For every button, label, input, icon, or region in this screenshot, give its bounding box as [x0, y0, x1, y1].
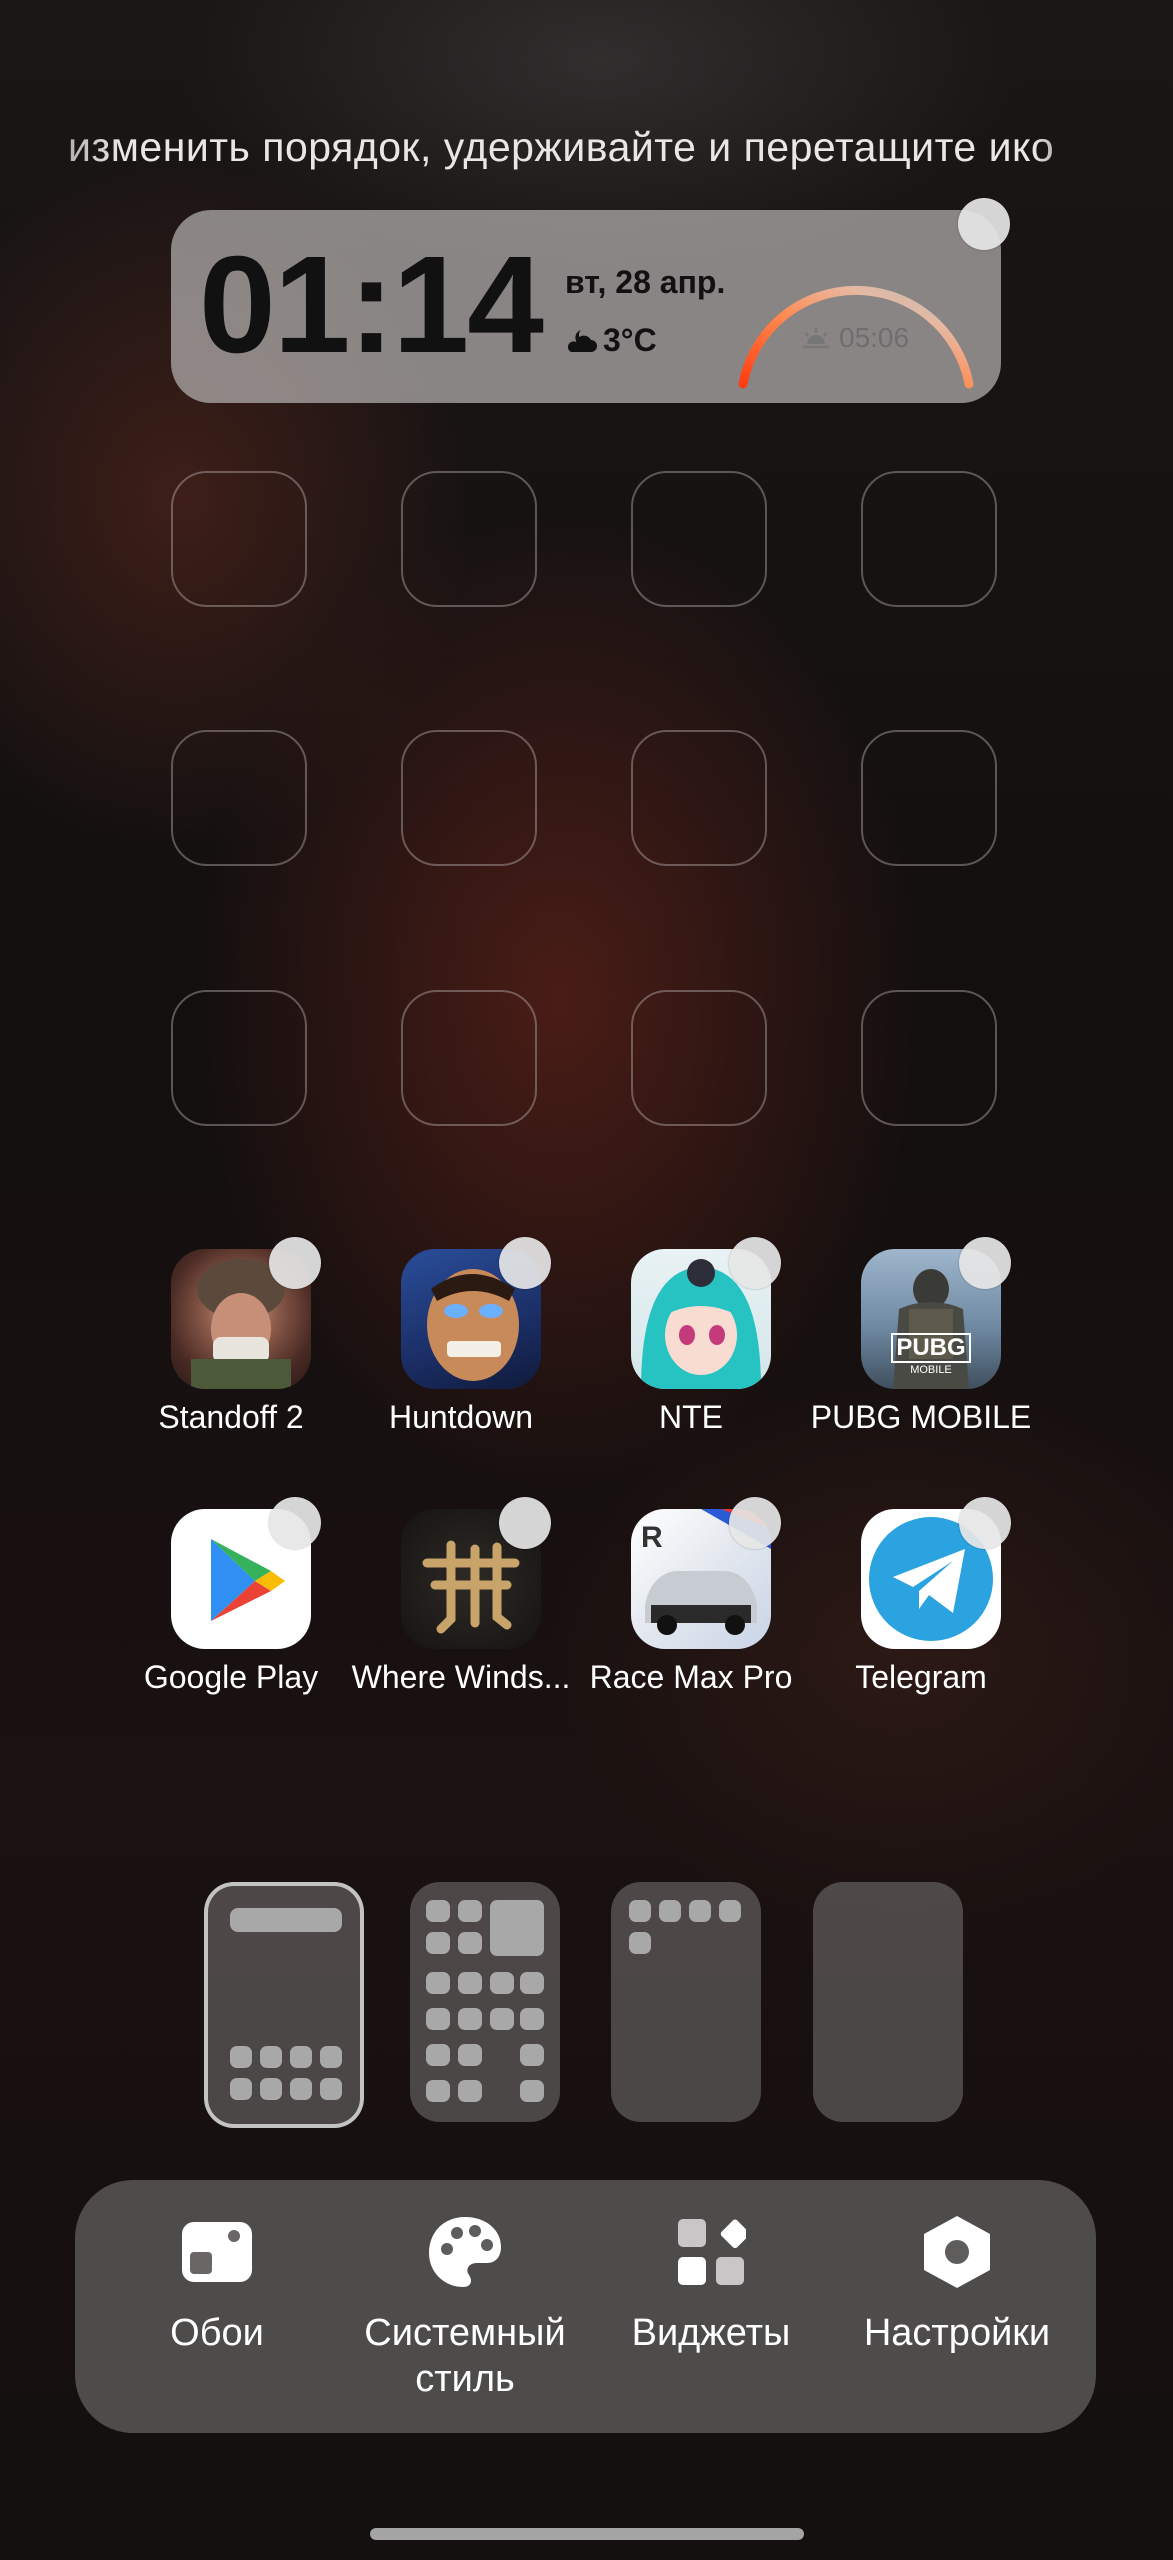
- empty-slot[interactable]: [861, 990, 997, 1126]
- empty-slot[interactable]: [861, 730, 997, 866]
- cloudy-night-icon: [567, 329, 597, 352]
- app-label: Telegram: [855, 1659, 987, 1695]
- pubg-logo-text: PUBG MOBILE: [861, 1333, 1001, 1376]
- empty-slot[interactable]: [861, 471, 997, 607]
- empty-slot[interactable]: [401, 471, 537, 607]
- layout-option-blank[interactable]: [813, 1882, 963, 2122]
- sunrise-time: 05:06: [839, 322, 910, 353]
- settings-button[interactable]: Настройки: [842, 2212, 1072, 2356]
- widget-temperature: 3°C: [603, 322, 657, 358]
- remove-app-button[interactable]: [729, 1497, 781, 1549]
- widget-date: вт, 28 апр.: [565, 264, 726, 300]
- app-label: Google Play: [143, 1659, 319, 1695]
- sunrise-info: 05:06: [801, 322, 909, 354]
- svg-text:R: R: [641, 1521, 663, 1554]
- empty-slot[interactable]: [631, 730, 767, 866]
- widgets-label: Виджеты: [631, 2312, 791, 2354]
- empty-slot[interactable]: [171, 471, 307, 607]
- empty-slot[interactable]: [171, 730, 307, 866]
- home-gesture-bar[interactable]: [370, 2528, 804, 2540]
- app-label: Where Winds...: [351, 1659, 571, 1695]
- system-style-button[interactable]: Системный стиль: [350, 2212, 580, 2402]
- remove-app-button[interactable]: [269, 1237, 321, 1289]
- app-label: Race Max Pro: [589, 1659, 793, 1695]
- empty-slot[interactable]: [631, 990, 767, 1126]
- layout-option-default[interactable]: [204, 1882, 364, 2128]
- widgets-icon: [671, 2212, 751, 2292]
- settings-label: Настройки: [863, 2312, 1051, 2354]
- remove-widget-button[interactable]: [958, 198, 1010, 250]
- remove-app-button[interactable]: [959, 1497, 1011, 1549]
- remove-app-button[interactable]: [499, 1497, 551, 1549]
- widget-weather: 3°C: [565, 322, 657, 359]
- wallpaper-icon: [177, 2212, 257, 2292]
- app-label: NTE: [659, 1399, 723, 1435]
- wallpapers-button[interactable]: Обои: [102, 2212, 332, 2356]
- clock-time: 01:14: [199, 228, 544, 382]
- app-label: Huntdown: [388, 1399, 534, 1435]
- palette-icon: [425, 2212, 505, 2292]
- edit-hint-text: изменить порядок, удерживайте и перетащи…: [68, 124, 1055, 170]
- empty-slot[interactable]: [171, 990, 307, 1126]
- widgets-button[interactable]: Виджеты: [596, 2212, 826, 2356]
- empty-slot[interactable]: [401, 730, 537, 866]
- sunrise-icon: [803, 328, 829, 349]
- remove-app-button[interactable]: [959, 1237, 1011, 1289]
- layout-option-grid[interactable]: [410, 1882, 560, 2122]
- clock-weather-widget[interactable]: 01:14 вт, 28 апр. 3°C 05:06: [171, 210, 1001, 403]
- remove-app-button[interactable]: [729, 1237, 781, 1289]
- app-label: Standoff 2: [158, 1399, 304, 1435]
- empty-slot[interactable]: [631, 471, 767, 607]
- remove-app-button[interactable]: [499, 1237, 551, 1289]
- system-style-label: Системный стиль: [364, 2312, 566, 2400]
- empty-slot[interactable]: [401, 990, 537, 1126]
- app-label: PUBG MOBILE: [810, 1399, 1032, 1435]
- layout-option-minimal[interactable]: [611, 1882, 761, 2122]
- remove-app-button[interactable]: [269, 1497, 321, 1549]
- edit-toolbar: Обои Системный стиль Виджеты Настройки: [75, 2180, 1096, 2433]
- settings-hexagon-icon: [917, 2212, 997, 2292]
- wallpapers-label: Обои: [170, 2312, 264, 2354]
